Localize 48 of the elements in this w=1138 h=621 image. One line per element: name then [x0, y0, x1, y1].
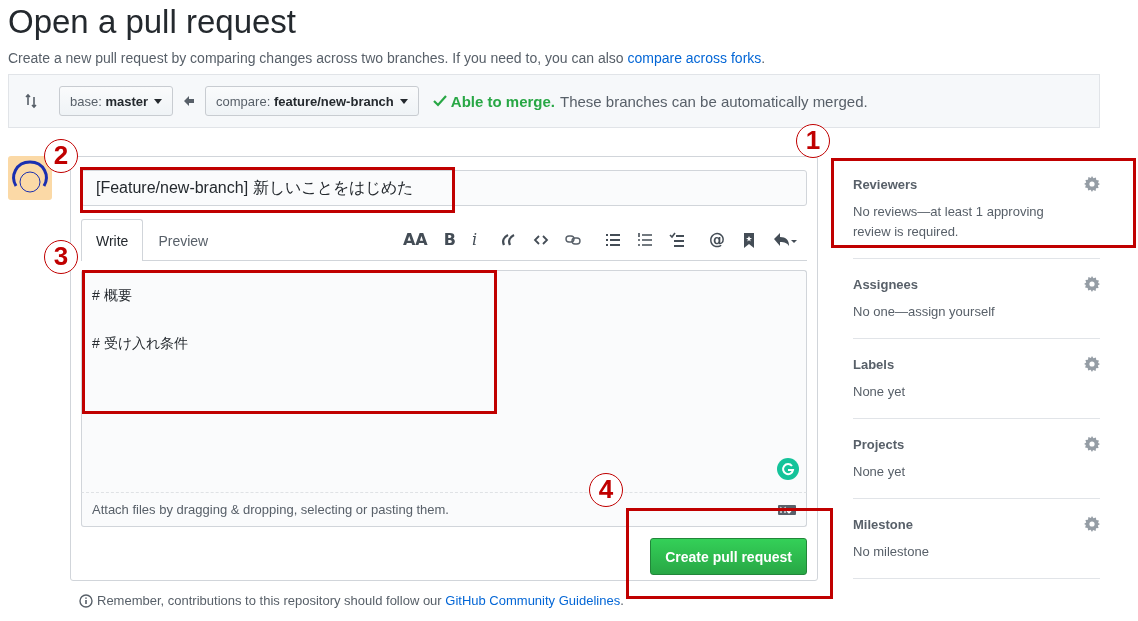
toolbar-button[interactable]: B [443, 230, 456, 249]
step-number: 1 [796, 124, 830, 158]
quote-icon[interactable] [501, 231, 517, 248]
settings-icon[interactable] [1084, 356, 1100, 372]
reply-icon[interactable] [773, 231, 797, 248]
settings-icon[interactable] [1084, 276, 1100, 292]
avatar-drawing [8, 156, 52, 200]
toolbar-button[interactable]: AA [402, 230, 428, 249]
sidebar-heading[interactable]: Milestone [853, 516, 913, 532]
bookmark-icon[interactable] [741, 231, 757, 248]
toolbar-button[interactable]: @ [709, 230, 725, 249]
caret-icon [154, 98, 163, 104]
markdown-icon [778, 504, 796, 515]
caret-icon [399, 98, 408, 104]
contribution-note: Remember, contributions to this repository should follow our GitHub Community Guidelines. [97, 593, 624, 608]
left-arrow-icon [183, 95, 196, 107]
settings-icon[interactable] [1084, 436, 1100, 452]
sidebar-heading[interactable]: Reviewers [853, 176, 918, 192]
step-number: 2 [44, 139, 78, 173]
sidebar-text: No milestone [853, 543, 930, 561]
editor-tab[interactable]: Preview [143, 220, 224, 261]
bullet-list-icon[interactable] [605, 231, 621, 248]
title-field[interactable]: [Feature/new-branch] 新しいことをはじめた [81, 170, 807, 206]
assistant-icon [777, 458, 799, 480]
sidebar-text: No one—assign yourself [853, 303, 996, 321]
sidebar-heading[interactable]: Projects [853, 436, 905, 452]
merge-status: Able to merge. [450, 92, 555, 110]
compare-branch-button[interactable]: compare: feature/new-branch [205, 86, 419, 116]
page-subtitle: Create a new pull request by comparing changes across two branches. If you need to, you can also compare across forks. [8, 49, 767, 68]
page-title: Open a pull request [7, 2, 298, 42]
sidebar-heading[interactable]: Assignees [853, 276, 919, 292]
sidebar-text: None yet [853, 383, 907, 401]
base-branch-button[interactable]: base: master [59, 86, 174, 116]
check-icon [432, 95, 447, 107]
compare-arrows-icon [23, 93, 39, 109]
task-list-icon[interactable] [669, 231, 685, 248]
sidebar-heading[interactable]: Labels [853, 356, 895, 372]
italic-button[interactable]: i [471, 230, 477, 249]
step-number: 3 [44, 240, 78, 274]
sidebar-text: None yet [853, 463, 907, 481]
merge-description: These branches can be automatically merged. [560, 92, 868, 110]
attach-hint: Attach files by dragging & dropping, selecting or pasting them. [92, 502, 449, 517]
sidebar-text: No reviews—at least 1 approving review is required. [853, 203, 1045, 241]
numbered-list-icon[interactable] [637, 231, 653, 248]
info-icon [79, 593, 93, 608]
settings-icon[interactable] [1084, 516, 1100, 532]
editor-tab[interactable]: Write [81, 219, 144, 261]
settings-icon[interactable] [1084, 176, 1100, 192]
